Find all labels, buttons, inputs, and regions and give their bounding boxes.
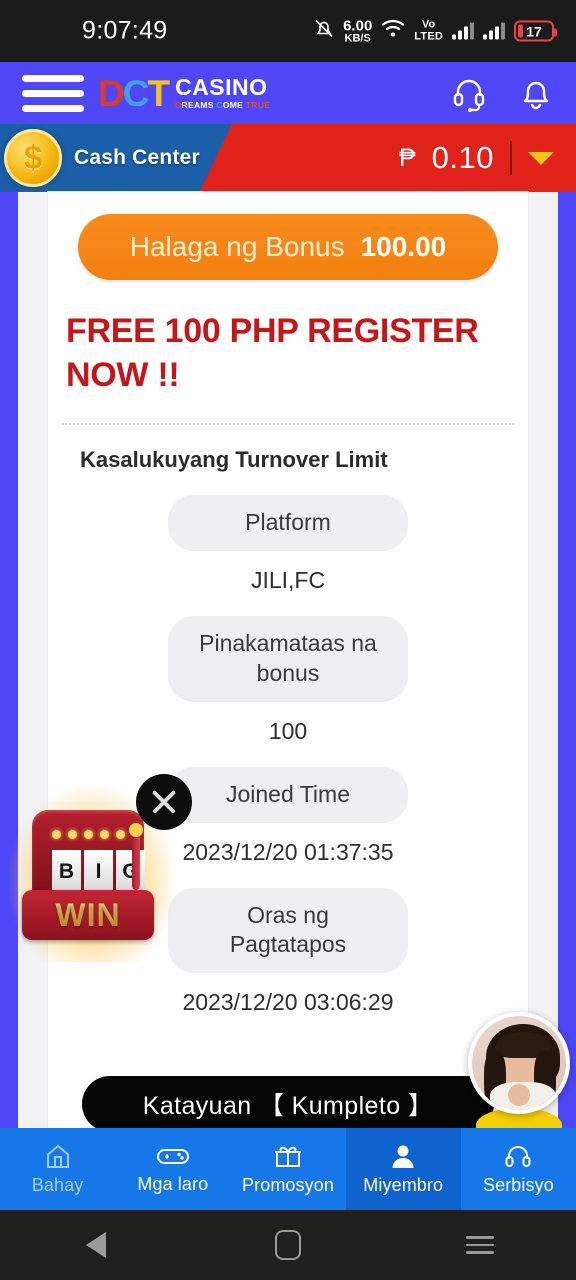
gamepad-icon: [156, 1143, 190, 1169]
balance-amount: 0.10: [431, 140, 494, 175]
currency-symbol: ₱: [398, 143, 416, 172]
field-label: Oras ng Pagtatapos: [168, 887, 408, 974]
chevron-down-icon[interactable]: [528, 151, 554, 165]
back-triangle-icon[interactable]: [51, 1232, 141, 1258]
status-bar: 9:07:49 6.00 KB/S Vo LTED 17: [0, 0, 576, 62]
status-badge-text: Katayuan 【 Kumpleto 】: [142, 1092, 434, 1120]
field-value: 2023/12/20 01:37:35: [182, 838, 394, 865]
nav-label: Mga laro: [137, 1174, 209, 1194]
recents-lines-icon[interactable]: [435, 1236, 525, 1254]
nav-label: Bahay: [31, 1175, 84, 1195]
reel-letter: B: [52, 850, 81, 894]
logo-tagline: DREAMS COME TRUE: [175, 100, 271, 111]
status-bar-clock: 9:07:49: [82, 16, 168, 45]
nav-item-promosyon[interactable]: Promosyon: [230, 1128, 345, 1210]
network-speed: 6.00 KB/S: [343, 17, 373, 44]
bell-icon[interactable]: [518, 74, 554, 112]
avatar: [468, 1012, 570, 1114]
slot-lever: [129, 823, 143, 890]
section-title: Kasalukuyang Turnover Limit: [80, 447, 388, 473]
cash-center-bar[interactable]: $ Cash Center ₱ 0.10: [0, 124, 576, 192]
balance-display[interactable]: ₱ 0.10: [399, 140, 576, 176]
field-label: Pinakamataas na bonus: [168, 615, 408, 702]
field-platform: Platform JILI,FC: [48, 495, 528, 594]
slot-lights: [52, 830, 125, 839]
section-divider: [62, 423, 514, 426]
nav-item-bahay[interactable]: Bahay: [0, 1128, 115, 1210]
agent-avatar[interactable]: [468, 1012, 570, 1114]
content-area: Halaga ng Bonus 100.00 FREE 100 PHP REGI…: [0, 192, 576, 1128]
phone-screen: 9:07:49 6.00 KB/S Vo LTED 17 D C T CASIN…: [0, 0, 576, 1280]
headset-icon[interactable]: [450, 74, 488, 112]
header-actions: [450, 74, 554, 112]
logo-wordmark: CASINO DREAMS COME TRUE: [175, 74, 271, 111]
avatar-hand: [508, 1084, 530, 1106]
divider: [510, 141, 512, 175]
field-value: JILI,FC: [250, 566, 326, 593]
right-gutter: [528, 192, 558, 1128]
logo-dct-mark: D C T: [98, 72, 170, 114]
close-x-icon[interactable]: [136, 774, 192, 830]
field-max-bonus: Pinakamataas na bonus 100: [48, 615, 528, 745]
headset-icon: [503, 1142, 533, 1170]
promo-headline: FREE 100 PHP REGISTER NOW !!: [66, 312, 479, 394]
reel-letter: I: [84, 850, 113, 894]
nav-item-miyembro[interactable]: Miyembro: [345, 1128, 461, 1210]
nav-item-mga-laro[interactable]: Mga laro: [115, 1128, 230, 1210]
big-win-badge[interactable]: B I G WIN: [8, 784, 176, 962]
win-banner: WIN: [22, 890, 154, 940]
left-gutter: [18, 192, 48, 1128]
cash-center-label: Cash Center: [74, 146, 200, 169]
android-navigation-bar: [0, 1210, 576, 1280]
bonus-amount-pill: Halaga ng Bonus 100.00: [78, 214, 498, 280]
bonus-amount-value: 100.00: [360, 231, 447, 262]
brand-logo[interactable]: D C T CASINO DREAMS COME TRUE: [98, 75, 270, 112]
battery-icon: 17: [514, 20, 557, 42]
nav-label: Serbisyo: [482, 1175, 554, 1195]
hamburger-menu-icon[interactable]: [22, 74, 84, 112]
field-value: 2023/12/20 03:06:29: [182, 989, 394, 1016]
gift-icon: [273, 1142, 303, 1170]
coin-icon: $: [4, 129, 62, 187]
nav-label: Promosyon: [242, 1175, 334, 1195]
bonus-detail-card: Halaga ng Bonus 100.00 FREE 100 PHP REGI…: [48, 192, 528, 1128]
home-square-icon[interactable]: [243, 1230, 333, 1260]
home-icon: [43, 1142, 73, 1170]
field-label: Joined Time: [168, 766, 408, 823]
status-badge: Katayuan 【 Kumpleto 】: [82, 1076, 494, 1132]
signal-bars-icon: [483, 22, 505, 40]
win-text: WIN: [55, 896, 121, 933]
status-bar-icons: 6.00 KB/S Vo LTED 17: [314, 17, 557, 45]
field-value: 100: [268, 717, 308, 744]
field-label: Platform: [168, 495, 408, 551]
app-header: D C T CASINO DREAMS COME TRUE: [0, 62, 576, 124]
bottom-navigation: Bahay Mga laro Promosyon Miyembro Serbis…: [0, 1128, 576, 1210]
bonus-amount-label: Halaga ng Bonus: [129, 231, 345, 262]
nav-item-serbisyo[interactable]: Serbisyo: [461, 1128, 576, 1210]
bell-muted-icon: [314, 18, 334, 45]
person-icon: [389, 1142, 417, 1170]
reel-letter: G: [116, 850, 145, 894]
volte-icon: Vo LTED: [414, 18, 443, 42]
wifi-icon: [381, 19, 405, 44]
nav-label: Miyembro: [363, 1175, 444, 1195]
signal-bars-icon: [452, 22, 474, 40]
